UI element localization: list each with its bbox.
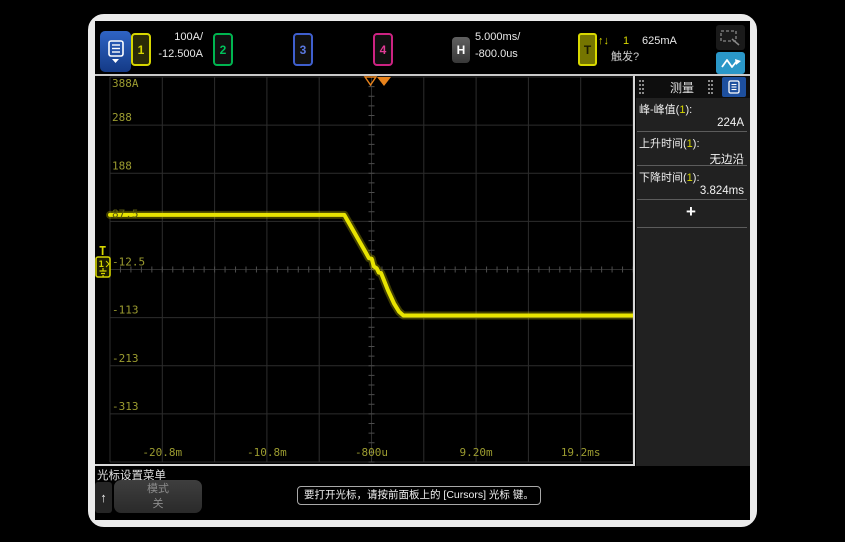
- trigger-button[interactable]: T: [578, 33, 597, 66]
- y-axis-tick-label: 388A: [112, 77, 139, 90]
- softkey-menu-bar: 光标设置菜单 ↑ 模式 关 要打开光标，请按前面板上的 [Cursors] 光标…: [95, 466, 750, 520]
- zoom-region-icon: [720, 30, 741, 46]
- y-axis-tick-label: 288: [112, 111, 132, 124]
- measurement-label: 峰-峰值(1):: [639, 101, 747, 117]
- measurement-label: 下降时间(1):: [639, 169, 747, 185]
- measurement-value: 3.824ms: [640, 185, 744, 197]
- timebase-delay: -800.0us: [475, 47, 518, 62]
- sidebar-header: 测量: [636, 76, 750, 98]
- mode-softkey-button[interactable]: 模式 关: [114, 480, 202, 513]
- mode-softkey-value: 关: [114, 497, 202, 512]
- cursor-hint-message: 要打开光标，请按前面板上的 [Cursors] 光标 键。: [297, 486, 541, 505]
- trigger-slope-arrows-icon: ↑↓: [598, 34, 609, 49]
- trigger-source: 1: [623, 34, 629, 49]
- channel-2-button[interactable]: 2: [213, 33, 233, 66]
- y-axis-tick-label-on-trace: 87.5: [112, 207, 139, 220]
- trigger-position-marker[interactable]: [377, 77, 391, 86]
- divider: [637, 199, 747, 200]
- trigger-status: 触发?: [611, 50, 639, 65]
- y-axis-tick-label: -213: [112, 352, 139, 365]
- channel-3-button[interactable]: 3: [293, 33, 313, 66]
- zoom-region-button[interactable]: [716, 25, 745, 50]
- channel-1-button[interactable]: 1: [131, 33, 151, 66]
- x-axis-tick-label: -20.8m: [142, 446, 182, 459]
- main-menu-button[interactable]: [100, 31, 131, 72]
- divider: [637, 165, 747, 166]
- sidebar-title: 测量: [636, 79, 728, 96]
- trigger-level: 625mA: [642, 34, 677, 49]
- top-toolbar: 1 100A/ -12.500A 2 3 4 H 5.000ms/ -800.0…: [95, 21, 750, 74]
- y-axis-tick-label: -12.5: [112, 256, 145, 269]
- sidebar-menu-button[interactable]: [722, 77, 746, 97]
- measurement-sidebar: 测量 峰-峰值(1): 224A 上升时间(1): 无边沿 下降时间(1):: [636, 76, 750, 466]
- timebase-scale: 5.000ms/: [475, 30, 520, 45]
- plot-right-border: [633, 76, 635, 466]
- waveform-tool-button[interactable]: [716, 52, 745, 74]
- waveform-arrow-icon: [720, 56, 742, 70]
- y-axis-tick-label: -313: [112, 400, 139, 413]
- y-axis-tick-label: 188: [112, 159, 132, 172]
- x-axis-tick-label: 9.20m: [460, 446, 493, 459]
- mode-softkey-label: 模式: [114, 482, 202, 497]
- x-axis-tick-label: 19.2ms: [561, 446, 601, 459]
- oscilloscope-screenshot: 1 100A/ -12.500A 2 3 4 H 5.000ms/ -800.0…: [0, 0, 845, 542]
- x-axis-tick-label: -800u: [355, 446, 388, 459]
- measurement-label: 上升时间(1):: [639, 135, 747, 151]
- drag-grip-right[interactable]: [708, 80, 713, 94]
- measurement-value: 224A: [640, 117, 744, 129]
- x-axis-tick-label: -10.8m: [247, 446, 287, 459]
- add-measurement-button[interactable]: +: [636, 202, 746, 222]
- waveform-display: 388A 288 188 87.5 -12.5 -113 -213 -313 -20.8m -10…: [95, 76, 635, 466]
- channel-1-offset: -12.500A: [151, 47, 203, 62]
- graticule-and-trace: 388A 288 188 87.5 -12.5 -113 -213 -313 -20.8m -10…: [95, 76, 635, 466]
- screen-center-marker: [365, 77, 376, 85]
- panel-menu-icon: [727, 80, 741, 94]
- horizontal-button[interactable]: H: [452, 37, 470, 63]
- divider: [637, 227, 747, 228]
- divider: [637, 131, 747, 132]
- menu-list-icon: [106, 39, 126, 64]
- channel-1-ground-marker[interactable]: 1: [95, 256, 112, 279]
- y-axis-tick-label: -113: [112, 304, 139, 317]
- channel-1-scale: 100A/: [151, 30, 203, 45]
- channel-4-button[interactable]: 4: [373, 33, 393, 66]
- menu-back-button[interactable]: ↑: [95, 482, 112, 513]
